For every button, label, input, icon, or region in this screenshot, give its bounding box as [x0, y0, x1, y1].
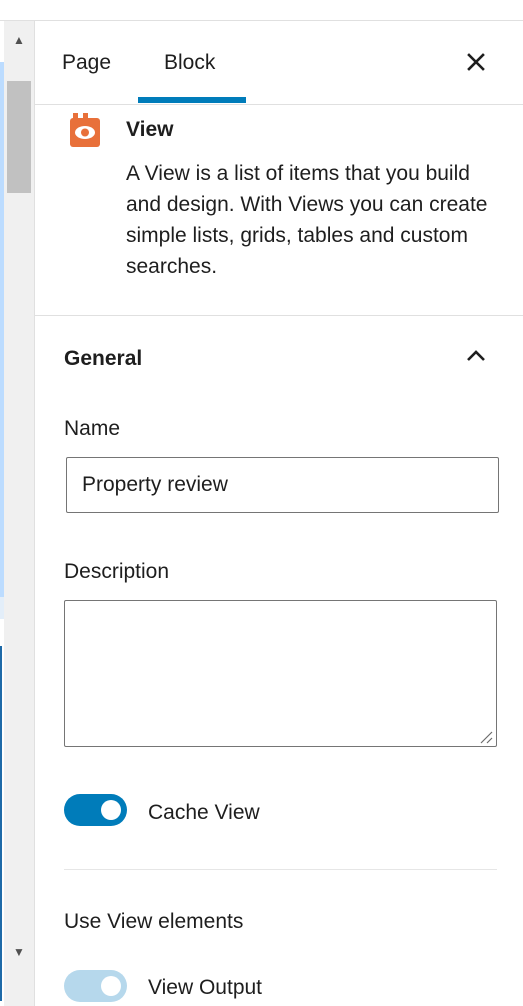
description-label: Description	[64, 560, 170, 583]
toggle-knob	[101, 800, 121, 820]
resize-handle-icon[interactable]	[477, 728, 493, 744]
tab-page[interactable]: Page	[62, 51, 111, 75]
cache-view-label: Cache View	[148, 801, 260, 824]
close-icon	[467, 53, 485, 71]
block-description: A View is a list of items that you build…	[126, 162, 488, 278]
eye-icon	[70, 113, 100, 147]
tab-block[interactable]: Block	[164, 51, 215, 75]
block-settings-sidebar: Page Block View A View is a list of item…	[34, 21, 523, 1006]
general-panel-title: General	[64, 347, 143, 370]
view-output-label: View Output	[148, 976, 263, 999]
toggle-knob	[101, 976, 121, 996]
vertical-scrollbar[interactable]: ▲ ▼	[4, 21, 34, 1006]
use-view-elements-label: Use View elements	[64, 910, 244, 933]
general-panel-toggle[interactable]: General	[35, 317, 523, 377]
sidebar-tabs: Page Block	[35, 21, 523, 105]
cache-view-toggle[interactable]	[64, 794, 127, 826]
view-output-toggle[interactable]	[64, 970, 127, 1002]
section-divider	[64, 869, 497, 870]
block-title: View	[126, 118, 174, 141]
scrollbar-thumb[interactable]	[7, 81, 31, 193]
active-tab-indicator	[138, 97, 246, 103]
description-field[interactable]	[64, 600, 497, 747]
scroll-up-arrow-icon[interactable]: ▲	[4, 25, 34, 55]
name-label: Name	[64, 417, 121, 440]
chevron-up-icon	[467, 350, 485, 361]
editor-canvas-edge: ▲ ▼	[0, 21, 34, 1006]
block-card: View A View is a list of items that you …	[35, 105, 523, 316]
name-field[interactable]	[66, 457, 499, 513]
scroll-down-arrow-icon[interactable]: ▼	[4, 937, 34, 967]
close-sidebar-button[interactable]	[461, 47, 491, 77]
